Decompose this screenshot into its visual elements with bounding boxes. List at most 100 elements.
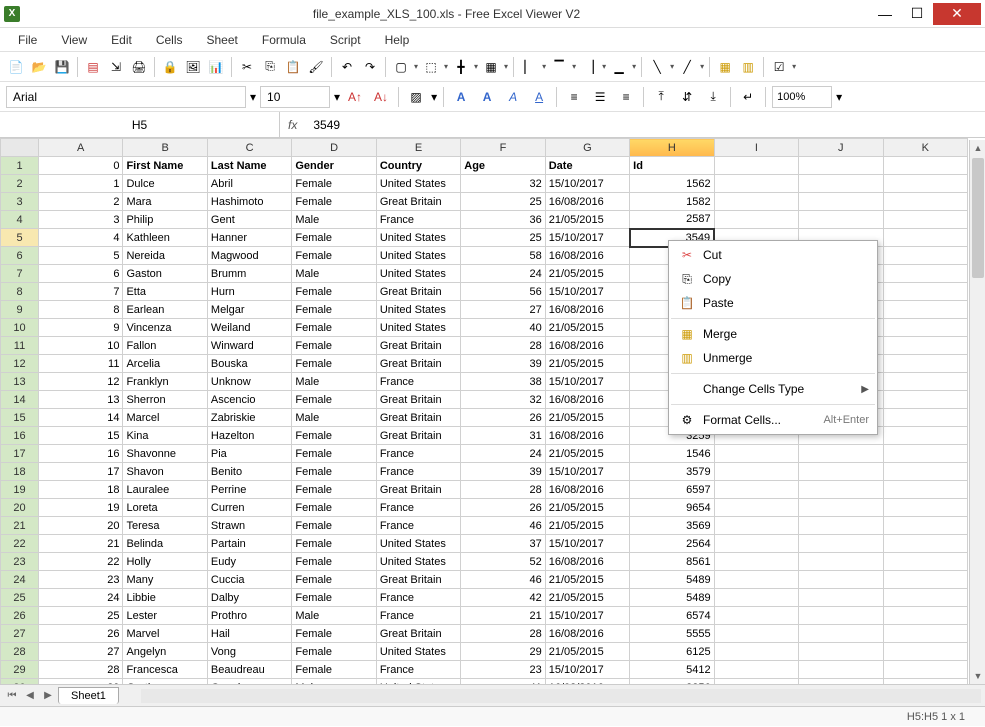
dropdown-arrow-icon[interactable]: ▾: [444, 62, 448, 71]
protect-icon[interactable]: 🔒: [160, 57, 180, 77]
cell[interactable]: 21/05/2015: [545, 319, 629, 337]
minimize-button[interactable]: —: [869, 3, 901, 25]
cell[interactable]: 10: [39, 337, 123, 355]
cell[interactable]: Female: [292, 193, 376, 211]
cell[interactable]: Partain: [207, 535, 291, 553]
cell[interactable]: Bouska: [207, 355, 291, 373]
row-header-24[interactable]: 24: [1, 571, 39, 589]
cell[interactable]: Many: [123, 571, 207, 589]
cell[interactable]: 13: [39, 391, 123, 409]
horizontal-scrollbar[interactable]: [141, 689, 981, 703]
cell[interactable]: 28: [461, 625, 545, 643]
cell[interactable]: 16: [39, 445, 123, 463]
menu-edit[interactable]: Edit: [101, 31, 142, 49]
cell[interactable]: [883, 553, 967, 571]
cell[interactable]: [799, 481, 883, 499]
context-format-cells[interactable]: ⚙ Format Cells... Alt+Enter: [669, 408, 877, 432]
cell[interactable]: 16/08/2016: [545, 247, 629, 265]
cell[interactable]: Abril: [207, 175, 291, 193]
cell[interactable]: [883, 661, 967, 679]
cell[interactable]: Female: [292, 445, 376, 463]
cell[interactable]: 15/10/2017: [545, 607, 629, 625]
align-right-icon[interactable]: ≡: [615, 86, 637, 108]
menu-cells[interactable]: Cells: [146, 31, 193, 49]
cell[interactable]: [883, 175, 967, 193]
cell[interactable]: France: [376, 445, 460, 463]
dropdown-arrow-icon[interactable]: ▾: [250, 90, 256, 104]
cell[interactable]: [883, 301, 967, 319]
cell[interactable]: Great Britain: [376, 571, 460, 589]
cell[interactable]: [883, 643, 967, 661]
cell[interactable]: 15: [39, 427, 123, 445]
cell[interactable]: 19: [39, 499, 123, 517]
cell[interactable]: [799, 157, 883, 175]
cell[interactable]: 21/05/2015: [545, 517, 629, 535]
cell[interactable]: Great Britain: [376, 193, 460, 211]
cell[interactable]: 20: [39, 517, 123, 535]
cell[interactable]: [883, 391, 967, 409]
cell[interactable]: Marcel: [123, 409, 207, 427]
cell[interactable]: [799, 535, 883, 553]
cell[interactable]: 25: [461, 229, 545, 247]
cell[interactable]: 1546: [630, 445, 714, 463]
menu-sheet[interactable]: Sheet: [197, 31, 248, 49]
menu-file[interactable]: File: [8, 31, 47, 49]
open-icon[interactable]: 📂: [29, 57, 49, 77]
cell[interactable]: [883, 517, 967, 535]
cell[interactable]: Female: [292, 337, 376, 355]
row-header-14[interactable]: 14: [1, 391, 39, 409]
cell[interactable]: United States: [376, 301, 460, 319]
cell[interactable]: Male: [292, 409, 376, 427]
cell[interactable]: 29: [39, 679, 123, 685]
cell[interactable]: Etta: [123, 283, 207, 301]
cell[interactable]: Gaston: [123, 265, 207, 283]
dropdown-arrow-icon[interactable]: ▾: [504, 62, 508, 71]
print-icon[interactable]: 🖨: [129, 57, 149, 77]
cell[interactable]: Fallon: [123, 337, 207, 355]
cell[interactable]: 27: [39, 643, 123, 661]
cell[interactable]: 46: [461, 517, 545, 535]
format-painter-icon[interactable]: 🖌: [306, 57, 326, 77]
cell[interactable]: 28: [39, 661, 123, 679]
col-header-J[interactable]: J: [799, 139, 883, 157]
cell[interactable]: Female: [292, 229, 376, 247]
dropdown-arrow-icon[interactable]: ▾: [602, 62, 606, 71]
cell[interactable]: [714, 571, 798, 589]
cell[interactable]: Zabriskie: [207, 409, 291, 427]
cell[interactable]: [883, 247, 967, 265]
cell[interactable]: [714, 517, 798, 535]
col-header-K[interactable]: K: [883, 139, 967, 157]
cell[interactable]: Ascencio: [207, 391, 291, 409]
menu-script[interactable]: Script: [320, 31, 371, 49]
cell[interactable]: 5489: [630, 571, 714, 589]
cell[interactable]: 11: [39, 355, 123, 373]
cell[interactable]: Female: [292, 661, 376, 679]
wrap-text-icon[interactable]: ↵: [737, 86, 759, 108]
cell[interactable]: Melgar: [207, 301, 291, 319]
cell[interactable]: 21: [39, 535, 123, 553]
cell[interactable]: 2587: [630, 211, 714, 229]
cell[interactable]: 22: [39, 553, 123, 571]
cell[interactable]: France: [376, 463, 460, 481]
cell[interactable]: 21/05/2015: [545, 445, 629, 463]
increase-font-icon[interactable]: A↑: [344, 86, 366, 108]
cell[interactable]: [714, 193, 798, 211]
cell[interactable]: [883, 679, 967, 685]
cell[interactable]: 2564: [630, 535, 714, 553]
merge-icon[interactable]: ▦: [715, 57, 735, 77]
cell[interactable]: Lauralee: [123, 481, 207, 499]
cell[interactable]: Benito: [207, 463, 291, 481]
cell[interactable]: Female: [292, 355, 376, 373]
unmerge-icon[interactable]: ▥: [738, 57, 758, 77]
cell[interactable]: 21/05/2015: [545, 355, 629, 373]
cell[interactable]: [799, 589, 883, 607]
valign-middle-icon[interactable]: ⇵: [676, 86, 698, 108]
dropdown-arrow-icon[interactable]: ▾: [474, 62, 478, 71]
context-cut[interactable]: ✂ Cut: [669, 243, 877, 267]
formula-input[interactable]: 3549: [305, 118, 985, 132]
row-header-8[interactable]: 8: [1, 283, 39, 301]
export-icon[interactable]: ⇲: [106, 57, 126, 77]
valign-top-icon[interactable]: ⤒: [650, 86, 672, 108]
cell[interactable]: 41: [461, 679, 545, 685]
cell[interactable]: 24: [39, 589, 123, 607]
